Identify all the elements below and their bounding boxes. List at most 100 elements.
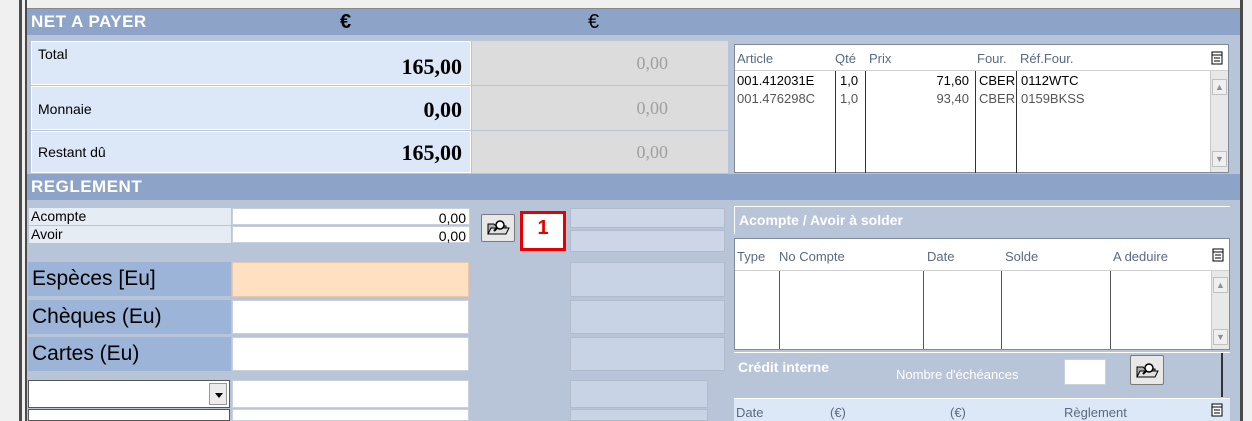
qte-cell: 1,0: [840, 73, 859, 88]
col-article: Article: [737, 51, 774, 66]
article-cell: 001.412031E: [737, 73, 815, 88]
restant-du-label: Restant dû: [38, 144, 106, 160]
total-value: 165,00: [401, 54, 463, 79]
acompte-panel-header: Acompte / Avoir à solder: [734, 206, 1230, 234]
total-label: Total: [38, 46, 68, 62]
col-type: Type: [737, 249, 766, 264]
acompte-label-cell: Acompte: [29, 208, 231, 225]
column-chooser-icon[interactable]: [1212, 248, 1224, 262]
monnaie-row: Monnaie 0,00: [31, 86, 471, 130]
column-chooser-icon[interactable]: [1211, 403, 1223, 417]
scroll-up-icon[interactable]: ▲: [1212, 79, 1227, 95]
article-cell: 001.476298C: [737, 91, 816, 106]
disabled-field: [570, 337, 725, 371]
restant-du-row: Restant dû 165,00: [31, 131, 471, 173]
avoir-label-cell: Avoir: [29, 226, 231, 243]
scroll-down-icon[interactable]: ▼: [1213, 329, 1228, 345]
folder-search-icon: [1136, 363, 1159, 378]
monnaie-value-secondary: 0,00: [472, 86, 728, 130]
window-border-right: [1240, 0, 1243, 421]
credit-interne-title: Crédit interne: [738, 359, 830, 375]
qte-cell: 1,0: [840, 91, 859, 106]
col-four: Four.: [977, 51, 1007, 66]
articles-grid-header: Article Qté Prix Four. Réf.Four.: [735, 45, 1228, 71]
section-divider: [1221, 353, 1223, 397]
col-no-compte: No Compte: [779, 249, 845, 264]
payment-amount-input-2[interactable]: [232, 409, 469, 421]
disabled-field: [570, 380, 708, 408]
grid-divider: [1110, 271, 1111, 349]
avoir-label: Avoir: [31, 226, 63, 242]
col-ref-four: Réf.Four.: [1020, 51, 1074, 66]
echeances-input[interactable]: [1064, 359, 1106, 385]
open-acompte-button[interactable]: [481, 214, 515, 242]
disabled-field: [570, 230, 725, 252]
ref-cell: 0159BKSS: [1021, 91, 1085, 106]
four-cell: CBER: [979, 91, 1016, 106]
reglement-header: REGLEMENT: [27, 174, 1240, 200]
scroll-up-icon[interactable]: ▲: [1213, 277, 1228, 293]
disabled-field: [570, 300, 725, 334]
net-a-payer-title: NET A PAYER: [31, 12, 147, 31]
net-a-payer-header: NET A PAYER: [27, 9, 1240, 35]
acompte-panel-title: Acompte / Avoir à solder: [739, 212, 903, 228]
chevron-down-icon[interactable]: [209, 383, 227, 405]
callout-badge: 1: [520, 211, 566, 251]
avoir-input[interactable]: 0,00: [232, 226, 470, 244]
col-solde: Solde: [1005, 249, 1039, 264]
payment-type-select-2[interactable]: [28, 409, 230, 421]
restant-du-value: 165,00: [401, 140, 463, 165]
credit-grid-header: Date (€) (€) Règlement: [734, 398, 1230, 421]
payment-type-select[interactable]: [28, 380, 230, 408]
window-border-left: [19, 0, 22, 421]
monnaie-label: Monnaie: [38, 101, 92, 117]
credit-interne-section: Crédit interne Nombre d'échéances: [734, 352, 1230, 397]
grid-divider: [1001, 271, 1002, 349]
echeances-label: Nombre d'échéances: [896, 367, 1019, 382]
currency-symbol-secondary: €: [588, 11, 600, 33]
total-value-secondary: 0,00: [472, 41, 728, 85]
col-a-deduire: A deduire: [1113, 249, 1168, 264]
acompte-input[interactable]: 0,00: [232, 208, 470, 226]
acompte-grid[interactable]: Type No Compte Date Solde A deduire ▲ ▼: [734, 238, 1230, 350]
ref-cell: 0112WTC: [1021, 73, 1079, 88]
reglement-title: REGLEMENT: [31, 177, 143, 196]
acompte-label: Acompte: [31, 208, 87, 224]
folder-search-icon: [487, 220, 510, 235]
disabled-field: [570, 262, 725, 297]
column-chooser-icon[interactable]: [1211, 51, 1223, 65]
cheques-label: Chèques (Eu): [28, 300, 231, 334]
restant-du-value-secondary: 0,00: [472, 131, 728, 173]
col-prix: Prix: [869, 51, 892, 66]
scroll-down-icon[interactable]: ▼: [1212, 151, 1227, 167]
articles-grid[interactable]: Article Qté Prix Four. Réf.Four. 001.412…: [734, 44, 1229, 173]
table-row[interactable]: 001.476298C 1,0 93,40 CBER 0159BKSS: [735, 91, 1210, 109]
monnaie-value: 0,00: [423, 97, 463, 122]
grid-divider: [923, 271, 924, 349]
cartes-label: Cartes (Eu): [28, 337, 231, 371]
disabled-field: [570, 409, 708, 421]
prix-cell: 93,40: [936, 91, 969, 106]
col-date: Date: [927, 249, 955, 264]
acompte-scrollbar[interactable]: ▲ ▼: [1211, 271, 1229, 349]
especes-label: Espèces [Eu]: [28, 262, 231, 296]
articles-scrollbar[interactable]: ▲ ▼: [1210, 71, 1228, 172]
table-row[interactable]: 001.412031E 1,0 71,60 CBER 0112WTC: [735, 73, 1210, 91]
payment-amount-input[interactable]: [232, 380, 469, 408]
cheques-input[interactable]: [232, 300, 469, 334]
col-amount-2: (€): [950, 405, 966, 420]
col-reglement: Règlement: [1064, 405, 1127, 420]
four-cell: CBER: [979, 73, 1016, 88]
cartes-input[interactable]: [232, 337, 469, 371]
grid-divider: [779, 271, 780, 349]
col-amount: (€): [830, 405, 846, 420]
total-row: Total 165,00: [31, 41, 471, 85]
col-date: Date: [736, 405, 764, 420]
especes-input[interactable]: [232, 262, 469, 297]
currency-symbol-main: €: [340, 11, 352, 33]
disabled-field: [570, 208, 725, 228]
acompte-grid-header: Type No Compte Date Solde A deduire: [735, 239, 1229, 271]
col-qte: Qté: [835, 51, 856, 66]
open-credit-button[interactable]: [1130, 355, 1164, 385]
prix-cell: 71,60: [936, 73, 969, 88]
